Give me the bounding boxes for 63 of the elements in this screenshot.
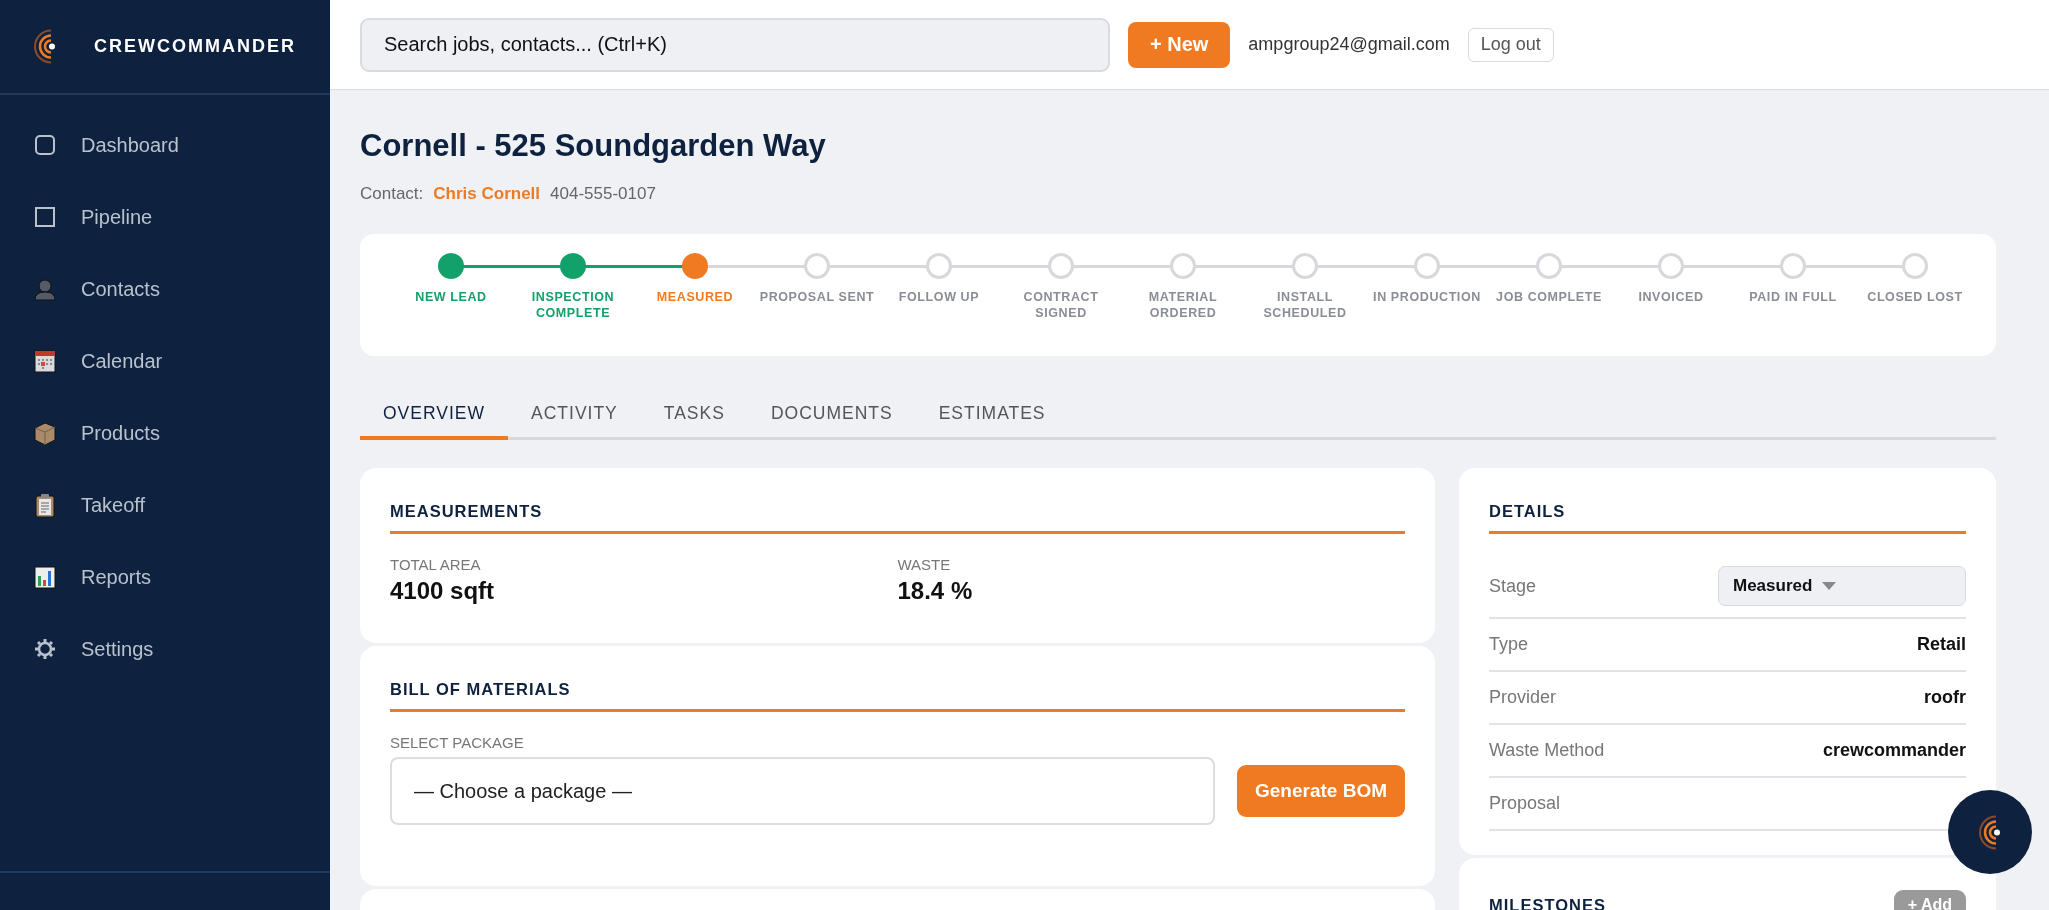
tab[interactable]: ACTIVITY — [508, 391, 641, 440]
rounded-square-icon — [33, 132, 57, 158]
sidebar-item[interactable]: Products — [0, 397, 330, 469]
stage-label: MATERIAL ORDERED — [1147, 289, 1219, 322]
field-value: 18.4 % — [897, 577, 973, 605]
detail-value: crewcommander — [1822, 740, 1966, 761]
detail-label: Stage — [1489, 575, 1537, 597]
contact-label: Contact: — [360, 184, 424, 205]
sidebar-item[interactable]: Takeoff — [0, 469, 330, 541]
field-label: WASTE — [897, 556, 951, 573]
detail-label: Proposal — [1489, 793, 1561, 814]
settings-icon — [33, 636, 57, 662]
tab[interactable]: DOCUMENTS — [747, 391, 916, 440]
logo-icon — [34, 29, 56, 64]
card-title: MILESTONES — [1489, 895, 1606, 910]
field-value: 4100 sqft — [390, 577, 495, 605]
detail-value: Retail — [1916, 634, 1966, 655]
clipboard-icon — [33, 492, 57, 518]
stage-label: IN PRODUCTION — [1372, 289, 1482, 306]
stage-label: CLOSED LOST — [1866, 289, 1964, 306]
sidebar-item[interactable]: Pipeline — [0, 181, 330, 253]
caret-icon — [1822, 582, 1837, 590]
stage-label: MEASURED — [655, 289, 735, 306]
stage-label: PROPOSAL SENT — [758, 289, 876, 306]
field-label: SELECT PACKAGE — [390, 734, 524, 751]
detail-label: Waste Method — [1489, 740, 1605, 761]
stage-label: INVOICED — [1637, 289, 1705, 306]
detail-value: roofr — [1924, 687, 1966, 708]
card-title: DETAILS — [1489, 501, 1566, 521]
stage-label: FOLLOW UP — [897, 289, 981, 306]
sidebar-item[interactable]: Reports — [0, 541, 330, 613]
card-title: BILL OF MATERIALS — [390, 679, 571, 699]
sidebar-item[interactable]: Contacts — [0, 253, 330, 325]
search-field[interactable]: Search jobs, contacts... (Ctrl+K) — [360, 17, 1110, 72]
brand-name: CREWCOMMANDER — [94, 36, 296, 57]
user-email: ampgroup24@gmail.com — [1248, 34, 1450, 55]
stage-label: NEW LEAD — [414, 289, 488, 306]
stage-label: INSPECTION COMPLETE — [530, 289, 616, 322]
tab[interactable]: ESTIMATES — [915, 391, 1069, 440]
job-title: Cornell - 525 Soundgarden Way — [360, 128, 826, 165]
tab[interactable]: TASKS — [640, 391, 748, 440]
contact-phone: 404-555-0107 — [550, 184, 656, 205]
tab[interactable]: OVERVIEW — [360, 391, 508, 440]
stage-label: JOB COMPLETE — [1495, 289, 1603, 306]
detail-label: Provider — [1489, 687, 1557, 708]
bar-chart-icon — [33, 564, 57, 590]
square-icon — [33, 204, 57, 230]
field-label: TOTAL AREA — [390, 556, 481, 573]
stage-label: PAID IN FULL — [1748, 289, 1838, 306]
sidebar-item[interactable]: Dashboard — [0, 109, 330, 181]
stage-select[interactable]: Measured — [1718, 566, 1966, 606]
box-icon — [33, 420, 57, 446]
calendar-icon — [33, 348, 57, 374]
card-title: MEASUREMENTS — [390, 501, 543, 521]
person-icon — [33, 276, 57, 302]
logout-button[interactable]: Log out — [1467, 27, 1554, 62]
sidebar-item[interactable]: Calendar — [0, 325, 330, 397]
detail-label: Type — [1489, 634, 1529, 655]
package-select[interactable]: — Choose a package — — [390, 757, 1215, 825]
logo-icon — [1979, 814, 2001, 850]
stage-label: CONTRACT SIGNED — [1022, 289, 1100, 322]
stage-label: INSTALL SCHEDULED — [1262, 289, 1348, 322]
sidebar-item[interactable]: Settings — [0, 613, 330, 685]
